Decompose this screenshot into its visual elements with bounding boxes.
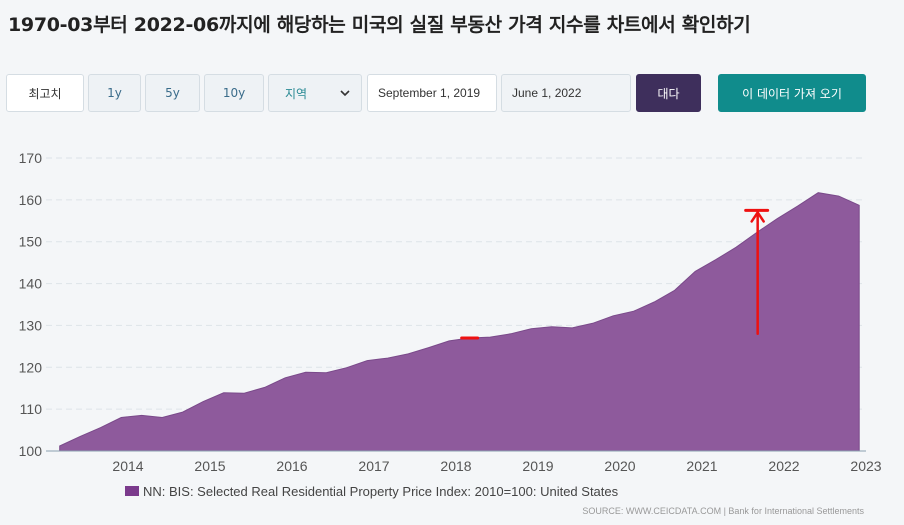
y-tick-label: 140 <box>19 276 43 292</box>
legend: NN: BIS: Selected Real Residential Prope… <box>125 484 619 499</box>
x-tick-label: 2015 <box>194 458 225 474</box>
price-index-chart: 100110120130140150160170 2014 2015 2016 201… <box>19 150 882 499</box>
x-tick-label: 2020 <box>604 458 635 474</box>
y-tick-label: 130 <box>19 317 43 333</box>
y-tick-label: 100 <box>19 443 43 459</box>
x-tick-label: 2016 <box>276 458 307 474</box>
series-area <box>59 192 860 452</box>
x-tick-label: 2023 <box>850 458 881 474</box>
y-tick-label: 160 <box>19 192 43 208</box>
range-10y-button[interactable]: 10y <box>204 74 264 112</box>
y-axis: 100 110 120 130 140 150 160 170 <box>19 150 43 459</box>
end-date-input[interactable] <box>501 74 631 112</box>
compare-button[interactable]: 대다 <box>636 74 701 112</box>
region-select-label: 지역 <box>285 86 308 101</box>
get-data-button[interactable]: 이 데이터 가져 오기 <box>718 74 866 112</box>
source-note: SOURCE: WWW.CEICDATA.COM | Bank for Inte… <box>582 506 864 516</box>
chart-area <box>59 192 860 452</box>
x-tick-label: 2014 <box>112 458 143 474</box>
start-date-input[interactable] <box>367 74 497 112</box>
x-tick-label: 2017 <box>358 458 389 474</box>
y-tick-label: 120 <box>19 359 43 375</box>
y-tick-label: 110 <box>20 401 43 417</box>
range-max-button[interactable]: 최고치 <box>6 74 84 112</box>
chevron-down-icon <box>339 87 351 102</box>
legend-swatch <box>125 486 139 496</box>
region-select[interactable]: 지역 <box>268 74 362 112</box>
legend-label: NN: BIS: Selected Real Residential Prope… <box>143 484 619 499</box>
toolbar: 최고치 1y 5y 10y 지역 대다 이 데이터 가져 오기 <box>0 0 904 120</box>
range-5y-button[interactable]: 5y <box>145 74 200 112</box>
y-tick-label: 170 <box>19 150 43 166</box>
x-tick-label: 2018 <box>440 458 471 474</box>
x-tick-label: 2022 <box>768 458 799 474</box>
y-tick-label: 150 <box>19 234 43 250</box>
range-1y-button[interactable]: 1y <box>88 74 141 112</box>
x-tick-label: 2019 <box>522 458 553 474</box>
x-tick-label: 2021 <box>686 458 717 474</box>
x-axis: 2014 2015 2016 2017 2018 2019 2020 2021 2022 2023 <box>46 450 882 474</box>
